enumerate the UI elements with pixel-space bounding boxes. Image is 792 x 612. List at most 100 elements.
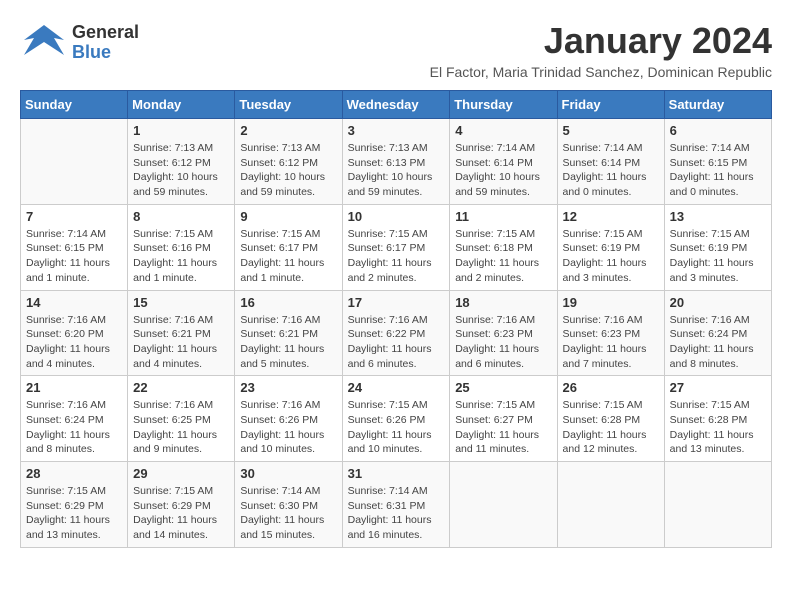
calendar-header-monday: Monday (128, 91, 235, 119)
day-number: 3 (348, 123, 445, 138)
calendar-cell: 18Sunrise: 7:16 AMSunset: 6:23 PMDayligh… (450, 290, 557, 376)
calendar-header-tuesday: Tuesday (235, 91, 342, 119)
day-info: Sunrise: 7:15 AMSunset: 6:29 PMDaylight:… (133, 484, 229, 543)
day-info: Sunrise: 7:15 AMSunset: 6:28 PMDaylight:… (563, 398, 659, 457)
day-number: 13 (670, 209, 766, 224)
day-number: 21 (26, 380, 122, 395)
calendar-cell: 1 Sunrise: 7:13 AMSunset: 6:12 PMDaylight… (128, 119, 235, 205)
calendar-cell: 24 Sunrise: 7:15 AMSunset: 6:26 PMDayligh… (342, 376, 450, 462)
day-info: Sunrise: 7:15 AMSunset: 6:18 PMDaylight:… (455, 227, 551, 286)
calendar-cell: 28 Sunrise: 7:15 AMSunset: 6:29 PMDayligh… (21, 462, 128, 548)
logo-general-text: General (72, 23, 139, 43)
calendar-cell (557, 462, 664, 548)
day-info: Sunrise: 7:13 AMSunset: 6:12 PMDaylight:… (133, 141, 229, 200)
day-info: Sunrise: 7:15 AMSunset: 6:16 PMDaylight:… (133, 227, 229, 286)
calendar-cell: 3 Sunrise: 7:13 AMSunset: 6:13 PMDaylight… (342, 119, 450, 205)
day-number: 1 (133, 123, 229, 138)
calendar-cell: 8 Sunrise: 7:15 AMSunset: 6:16 PMDaylight… (128, 204, 235, 290)
day-number: 17 (348, 295, 445, 310)
day-info: Sunrise: 7:15 AMSunset: 6:17 PMDaylight:… (240, 227, 336, 286)
calendar-cell: 29 Sunrise: 7:15 AMSunset: 6:29 PMDayligh… (128, 462, 235, 548)
calendar-cell: 21 Sunrise: 7:16 AMSunset: 6:24 PMDayligh… (21, 376, 128, 462)
calendar-week-row: 28 Sunrise: 7:15 AMSunset: 6:29 PMDayligh… (21, 462, 772, 548)
calendar-table: SundayMondayTuesdayWednesdayThursdayFrid… (20, 90, 772, 548)
day-info: Sunrise: 7:16 AMSunset: 6:24 PMDaylight:… (26, 398, 122, 457)
calendar-header-thursday: Thursday (450, 91, 557, 119)
calendar-header-row: SundayMondayTuesdayWednesdayThursdayFrid… (21, 91, 772, 119)
calendar-cell: 16Sunrise: 7:16 AMSunset: 6:21 PMDayligh… (235, 290, 342, 376)
day-info: Sunrise: 7:16 AMSunset: 6:24 PMDaylight:… (670, 313, 766, 372)
logo-blue-text: Blue (72, 43, 139, 63)
day-info: Sunrise: 7:15 AMSunset: 6:26 PMDaylight:… (348, 398, 445, 457)
logo-bird-icon (20, 20, 68, 65)
day-number: 11 (455, 209, 551, 224)
day-info: Sunrise: 7:15 AMSunset: 6:29 PMDaylight:… (26, 484, 122, 543)
calendar-header-sunday: Sunday (21, 91, 128, 119)
calendar-cell: 15Sunrise: 7:16 AMSunset: 6:21 PMDayligh… (128, 290, 235, 376)
day-number: 18 (455, 295, 551, 310)
calendar-week-row: 21 Sunrise: 7:16 AMSunset: 6:24 PMDayligh… (21, 376, 772, 462)
day-number: 23 (240, 380, 336, 395)
day-number: 25 (455, 380, 551, 395)
calendar-cell: 6Sunrise: 7:14 AMSunset: 6:15 PMDaylight… (664, 119, 771, 205)
calendar-week-row: 7 Sunrise: 7:14 AMSunset: 6:15 PMDaylight… (21, 204, 772, 290)
calendar-cell: 25 Sunrise: 7:15 AMSunset: 6:27 PMDayligh… (450, 376, 557, 462)
day-info: Sunrise: 7:15 AMSunset: 6:28 PMDaylight:… (670, 398, 766, 457)
calendar-cell: 31 Sunrise: 7:14 AMSunset: 6:31 PMDayligh… (342, 462, 450, 548)
day-info: Sunrise: 7:16 AMSunset: 6:26 PMDaylight:… (240, 398, 336, 457)
calendar-cell: 10Sunrise: 7:15 AMSunset: 6:17 PMDayligh… (342, 204, 450, 290)
day-info: Sunrise: 7:15 AMSunset: 6:27 PMDaylight:… (455, 398, 551, 457)
calendar-cell (450, 462, 557, 548)
calendar-cell: 26 Sunrise: 7:15 AMSunset: 6:28 PMDayligh… (557, 376, 664, 462)
calendar-cell: 11 Sunrise: 7:15 AMSunset: 6:18 PMDayligh… (450, 204, 557, 290)
day-info: Sunrise: 7:15 AMSunset: 6:17 PMDaylight:… (348, 227, 445, 286)
calendar-cell: 30Sunrise: 7:14 AMSunset: 6:30 PMDayligh… (235, 462, 342, 548)
calendar-cell: 2 Sunrise: 7:13 AMSunset: 6:12 PMDaylight… (235, 119, 342, 205)
day-info: Sunrise: 7:13 AMSunset: 6:12 PMDaylight:… (240, 141, 336, 200)
day-number: 12 (563, 209, 659, 224)
day-info: Sunrise: 7:14 AMSunset: 6:14 PMDaylight:… (563, 141, 659, 200)
day-info: Sunrise: 7:16 AMSunset: 6:20 PMDaylight:… (26, 313, 122, 372)
day-number: 29 (133, 466, 229, 481)
calendar-cell: 5Sunrise: 7:14 AMSunset: 6:14 PMDaylight… (557, 119, 664, 205)
day-info: Sunrise: 7:14 AMSunset: 6:15 PMDaylight:… (26, 227, 122, 286)
calendar-cell (664, 462, 771, 548)
day-number: 19 (563, 295, 659, 310)
day-number: 22 (133, 380, 229, 395)
calendar-cell: 20 Sunrise: 7:16 AMSunset: 6:24 PMDayligh… (664, 290, 771, 376)
calendar-week-row: 1 Sunrise: 7:13 AMSunset: 6:12 PMDaylight… (21, 119, 772, 205)
day-number: 4 (455, 123, 551, 138)
day-number: 7 (26, 209, 122, 224)
title-section: January 2024 El Factor, Maria Trinidad S… (430, 20, 772, 80)
day-number: 6 (670, 123, 766, 138)
calendar-cell: 27Sunrise: 7:15 AMSunset: 6:28 PMDayligh… (664, 376, 771, 462)
day-info: Sunrise: 7:16 AMSunset: 6:23 PMDaylight:… (563, 313, 659, 372)
day-info: Sunrise: 7:15 AMSunset: 6:19 PMDaylight:… (563, 227, 659, 286)
day-info: Sunrise: 7:14 AMSunset: 6:31 PMDaylight:… (348, 484, 445, 543)
day-number: 28 (26, 466, 122, 481)
calendar-cell: 17 Sunrise: 7:16 AMSunset: 6:22 PMDayligh… (342, 290, 450, 376)
calendar-cell: 22 Sunrise: 7:16 AMSunset: 6:25 PMDayligh… (128, 376, 235, 462)
day-info: Sunrise: 7:13 AMSunset: 6:13 PMDaylight:… (348, 141, 445, 200)
day-number: 8 (133, 209, 229, 224)
day-number: 15 (133, 295, 229, 310)
day-number: 20 (670, 295, 766, 310)
day-number: 31 (348, 466, 445, 481)
day-info: Sunrise: 7:16 AMSunset: 6:22 PMDaylight:… (348, 313, 445, 372)
day-number: 26 (563, 380, 659, 395)
calendar-cell: 7 Sunrise: 7:14 AMSunset: 6:15 PMDaylight… (21, 204, 128, 290)
day-number: 14 (26, 295, 122, 310)
day-number: 24 (348, 380, 445, 395)
calendar-header-saturday: Saturday (664, 91, 771, 119)
logo: General Blue (20, 20, 139, 65)
day-info: Sunrise: 7:14 AMSunset: 6:14 PMDaylight:… (455, 141, 551, 200)
day-info: Sunrise: 7:16 AMSunset: 6:25 PMDaylight:… (133, 398, 229, 457)
calendar-cell: 13Sunrise: 7:15 AMSunset: 6:19 PMDayligh… (664, 204, 771, 290)
calendar-cell: 12 Sunrise: 7:15 AMSunset: 6:19 PMDayligh… (557, 204, 664, 290)
calendar-cell: 23 Sunrise: 7:16 AMSunset: 6:26 PMDayligh… (235, 376, 342, 462)
calendar-cell (21, 119, 128, 205)
calendar-cell: 19 Sunrise: 7:16 AMSunset: 6:23 PMDayligh… (557, 290, 664, 376)
logo-name: General Blue (72, 23, 139, 63)
day-number: 2 (240, 123, 336, 138)
month-title: January 2024 (430, 20, 772, 62)
